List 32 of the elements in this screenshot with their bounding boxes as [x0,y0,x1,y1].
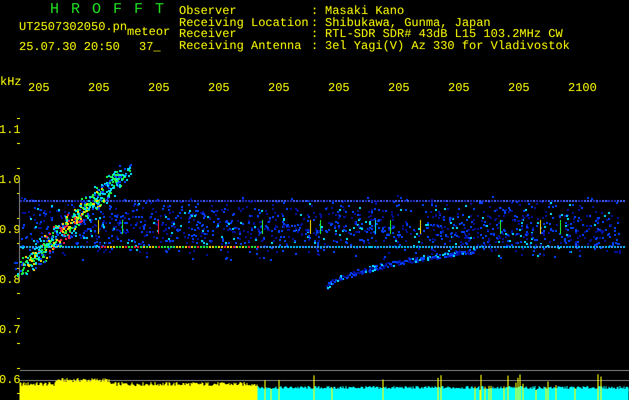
power-label: 0.6 [0,374,20,389]
file-name: UT2507302050.pn [19,21,128,34]
info-separator: : [311,6,320,18]
app-title: HROFFT [49,2,176,18]
frequency-label: 205 [268,82,291,94]
frequency-label: 2100 [568,82,598,94]
info-label: Receiving Antenna [179,41,302,53]
axis-unit: kHz [0,76,23,88]
timestamp: 25.07.30 20:50 [19,41,121,53]
info-value: Masaki Kano [325,6,404,18]
info-separator: : [311,29,320,42]
count: 37_ [139,41,161,53]
info-separator: : [311,41,320,53]
frequency-label: 205 [28,82,51,94]
frequency-label: 205 [508,82,531,94]
frequency-label: 205 [208,82,231,94]
frequency-label: 205 [448,82,471,94]
file-tag: meteor [127,26,170,39]
power-label: 1.1 [0,124,20,139]
info-value: 3el Yagi(V) Az 330 for Vladivostok [325,41,570,53]
frequency-label: 205 [328,82,351,94]
info-value: RTL-SDR SDR# 43dB L15 103.2MHz CW [325,29,563,42]
power-label: 0.7 [0,324,20,339]
info-label: Receiving Location [179,18,310,30]
info-label: Receiver [179,29,237,42]
frequency-label: 205 [388,82,411,94]
info-label: Observer [179,6,237,18]
info-value: Shibukawa, Gunma, Japan [325,18,491,30]
power-label: 1.0 [0,174,20,189]
info-separator: : [311,18,320,30]
frequency-label: 205 [148,82,171,94]
frequency-label: 205 [88,82,111,94]
